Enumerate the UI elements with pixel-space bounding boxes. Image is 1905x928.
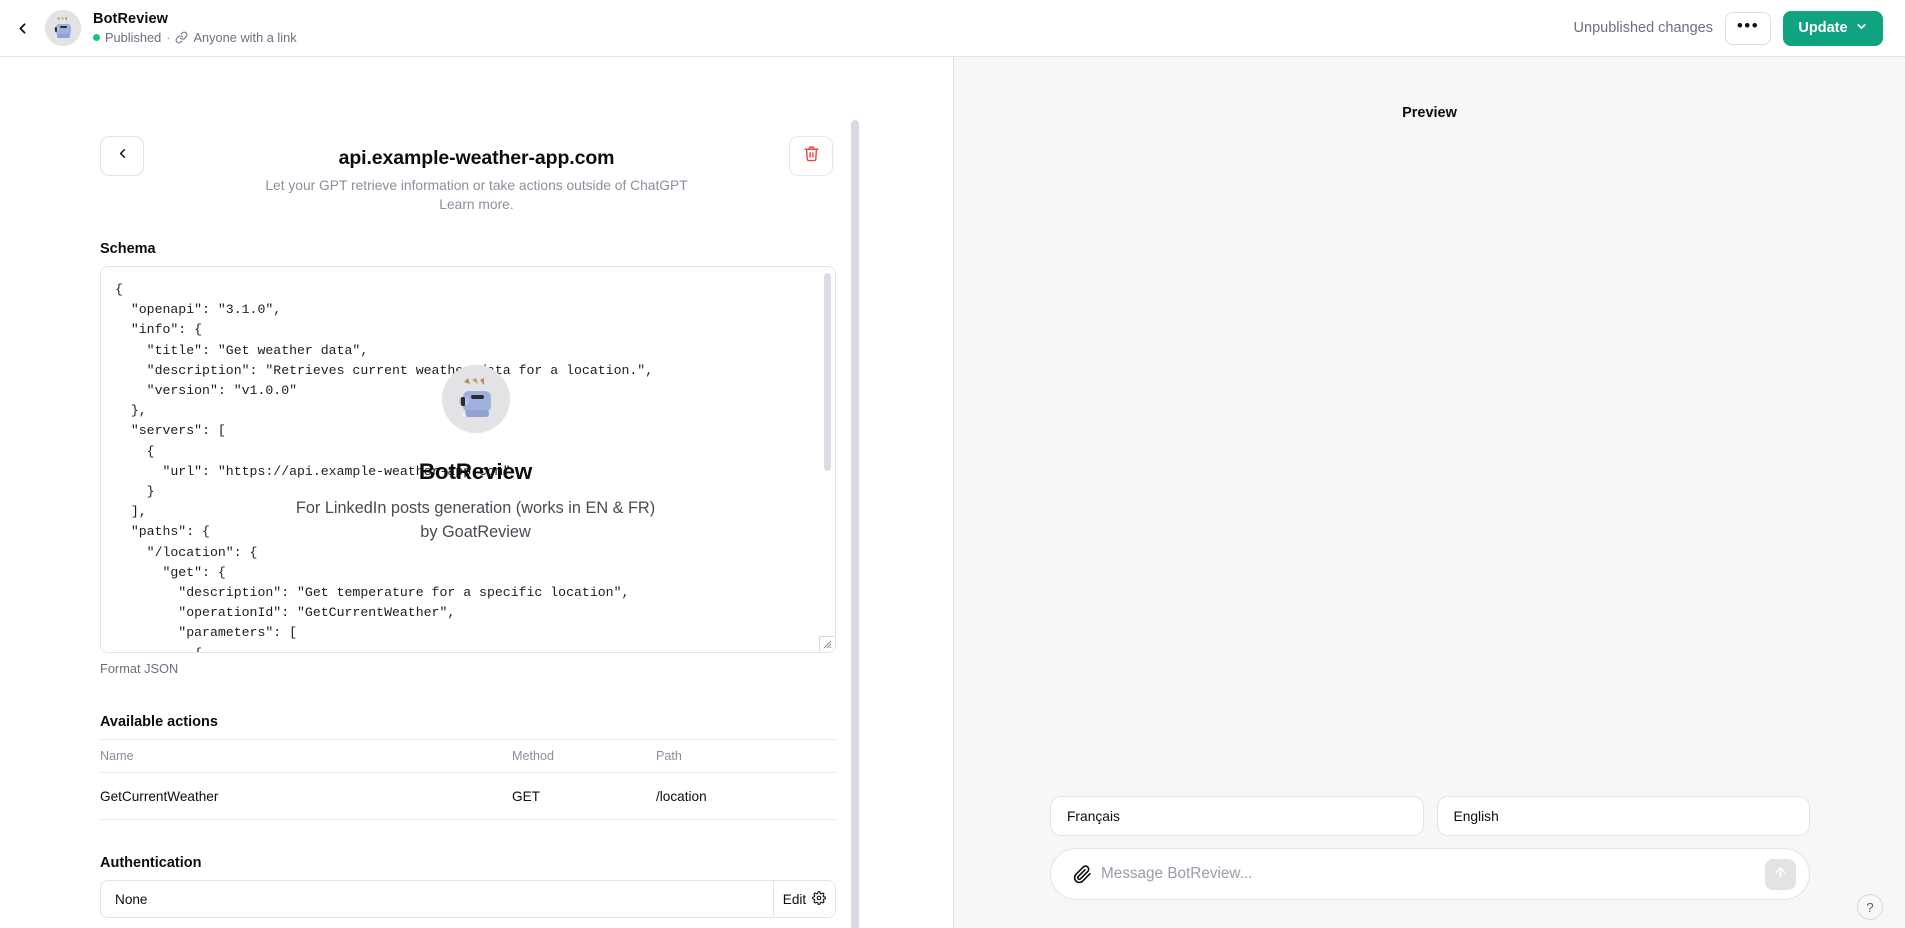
schema-resize-handle[interactable] — [819, 636, 834, 651]
authentication-value: None — [115, 891, 148, 907]
column-header-method: Method — [512, 739, 656, 773]
top-bar: BotReview Published · Anyone with a link… — [0, 0, 1905, 57]
link-icon — [175, 31, 188, 44]
gear-icon — [812, 890, 827, 908]
message-input[interactable] — [1097, 864, 1765, 884]
conversation-starter-2[interactable]: English — [1436, 796, 1810, 836]
conversation-starter-1[interactable]: Français — [1050, 796, 1424, 836]
question-mark-icon: ? — [1866, 899, 1874, 915]
chevron-left-icon — [14, 20, 31, 37]
conversation-starters: Français English — [1050, 796, 1810, 836]
format-json-button[interactable]: Format JSON — [100, 661, 178, 676]
message-composer — [1050, 848, 1810, 900]
authentication-edit-label: Edit — [782, 891, 807, 907]
available-actions-table: Name Method Path GetCurrentWeather GET /… — [100, 739, 836, 820]
gpt-name: BotReview — [93, 11, 169, 28]
table-header-row: Name Method Path — [100, 739, 836, 773]
authentication-edit-button[interactable]: Edit — [773, 881, 835, 917]
panel-back-button[interactable] — [100, 136, 144, 176]
column-header-path: Path — [656, 739, 836, 773]
update-button[interactable]: Update — [1783, 10, 1883, 46]
gpt-title-block: BotReview Published · Anyone with a link — [93, 10, 297, 45]
help-button[interactable]: ? — [1857, 894, 1883, 920]
published-status-dot — [93, 34, 100, 42]
more-options-button[interactable]: ••• — [1725, 11, 1771, 45]
action-path-cell: /location — [656, 772, 836, 820]
authentication-section: Authentication None Edit — [100, 855, 836, 918]
gpt-meta: Published · Anyone with a link — [93, 30, 297, 46]
top-bar-actions: Unpublished changes ••• Update — [1573, 10, 1905, 46]
chevron-left-icon — [115, 146, 130, 166]
action-name-cell: GetCurrentWeather — [100, 772, 512, 820]
meta-separator: · — [166, 29, 171, 45]
action-panel-header: api.example-weather-app.com Let your GPT… — [0, 57, 953, 212]
schema-label: Schema — [100, 241, 156, 257]
table-row[interactable]: GetCurrentWeather GET /location — [100, 772, 836, 820]
preview-avatar — [441, 365, 510, 433]
available-actions-section: Available actions Name Method Path GetCu… — [100, 714, 836, 820]
ellipsis-icon: ••• — [1736, 15, 1760, 35]
chevron-down-icon — [1855, 20, 1868, 37]
delete-action-button[interactable] — [789, 136, 833, 176]
visibility-label: Anyone with a link — [193, 29, 297, 45]
available-actions-label: Available actions — [100, 714, 218, 730]
page-subtitle-text: Let your GPT retrieve information or tak… — [265, 178, 688, 193]
published-status-label: Published — [105, 29, 162, 45]
back-button[interactable] — [5, 11, 39, 45]
preview-gpt-description: For LinkedIn posts generation (works in … — [295, 499, 656, 517]
learn-more-link[interactable]: Learn more. — [439, 197, 513, 212]
preview-label: Preview — [1402, 105, 1457, 121]
authentication-label: Authentication — [100, 855, 202, 871]
gpt-avatar — [45, 10, 81, 46]
paperclip-icon[interactable] — [1067, 864, 1097, 884]
unpublished-changes-label: Unpublished changes — [1573, 20, 1713, 36]
authentication-row: None Edit — [100, 880, 836, 918]
trash-icon — [803, 145, 820, 167]
preview-gpt-author: by GoatReview — [420, 522, 531, 541]
send-button[interactable] — [1765, 858, 1796, 890]
arrow-up-icon — [1773, 865, 1788, 883]
preview-intro: BotReview For LinkedIn posts generation … — [0, 365, 951, 544]
action-method-cell: GET — [512, 772, 656, 820]
preview-gpt-name: BotReview — [418, 459, 533, 484]
column-header-name: Name — [100, 739, 512, 773]
update-label: Update — [1798, 20, 1848, 36]
page-subtitle: Let your GPT retrieve information or tak… — [127, 177, 827, 214]
